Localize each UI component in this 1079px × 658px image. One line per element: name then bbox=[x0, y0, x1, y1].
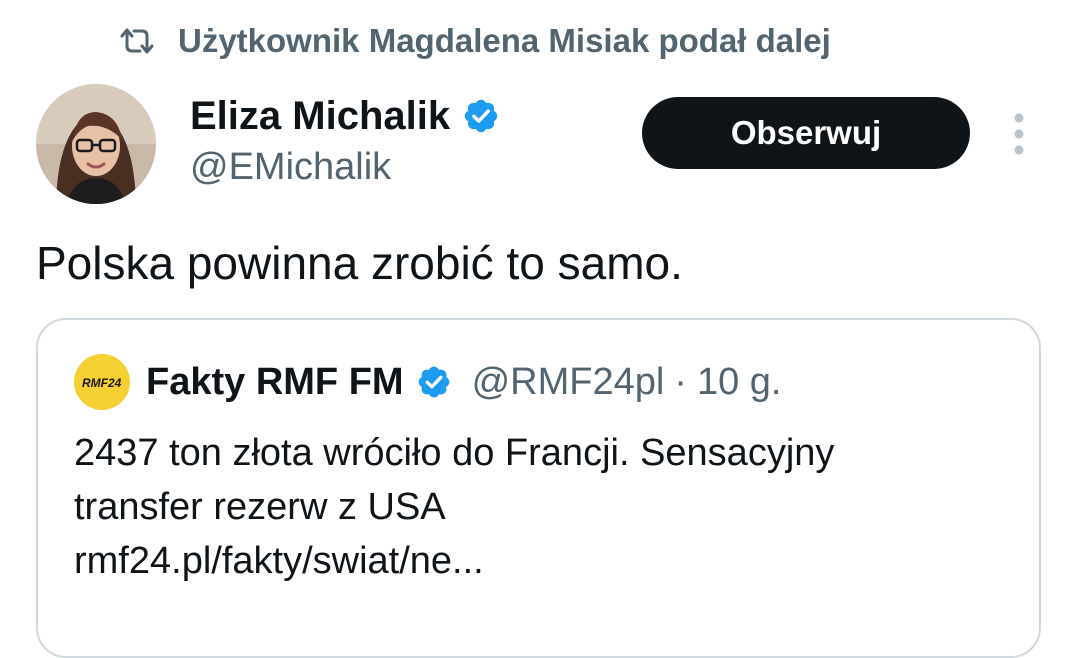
author-name-row[interactable]: Eliza Michalik bbox=[190, 92, 500, 140]
quote-text-line: 2437 ton złota wróciło do Francji. Sensa… bbox=[74, 432, 835, 474]
follow-button[interactable]: Obserwuj bbox=[642, 97, 970, 169]
quote-author-handle[interactable]: @RMF24pl bbox=[472, 361, 665, 404]
more-vertical-icon[interactable] bbox=[1004, 110, 1034, 158]
quote-timestamp[interactable]: 10 g. bbox=[697, 361, 782, 404]
avatar[interactable] bbox=[36, 84, 156, 204]
quote-text: 2437 ton złota wróciło do Francji. Sensa… bbox=[74, 426, 1014, 588]
author-handle[interactable]: @EMichalik bbox=[190, 146, 391, 189]
quote-tweet-card[interactable]: RMF24 Fakty RMF FM @RMF24pl · 10 g. 2437… bbox=[36, 318, 1041, 658]
tweet-text: Polska powinna zrobić to samo. bbox=[36, 237, 683, 289]
repost-icon bbox=[120, 26, 154, 56]
quote-header: RMF24 Fakty RMF FM @RMF24pl · 10 g. bbox=[74, 354, 781, 410]
separator-dot: · bbox=[674, 360, 687, 403]
verified-badge-icon bbox=[416, 364, 452, 400]
quote-text-line: transfer rezerw z USA bbox=[74, 486, 446, 528]
rmf24-logo-text: RMF24 bbox=[82, 376, 122, 390]
rmf24-logo: RMF24 bbox=[74, 354, 130, 410]
verified-badge-icon bbox=[462, 97, 500, 135]
repost-label: Użytkownik Magdalena Misiak podał dalej bbox=[178, 22, 831, 59]
quote-link[interactable]: rmf24.pl/fakty/swiat/ne... bbox=[74, 534, 1014, 588]
author-name[interactable]: Eliza Michalik bbox=[190, 94, 450, 139]
quote-author-name[interactable]: Fakty RMF FM bbox=[146, 361, 404, 404]
repost-indicator[interactable]: Użytkownik Magdalena Misiak podał dalej bbox=[120, 16, 831, 66]
